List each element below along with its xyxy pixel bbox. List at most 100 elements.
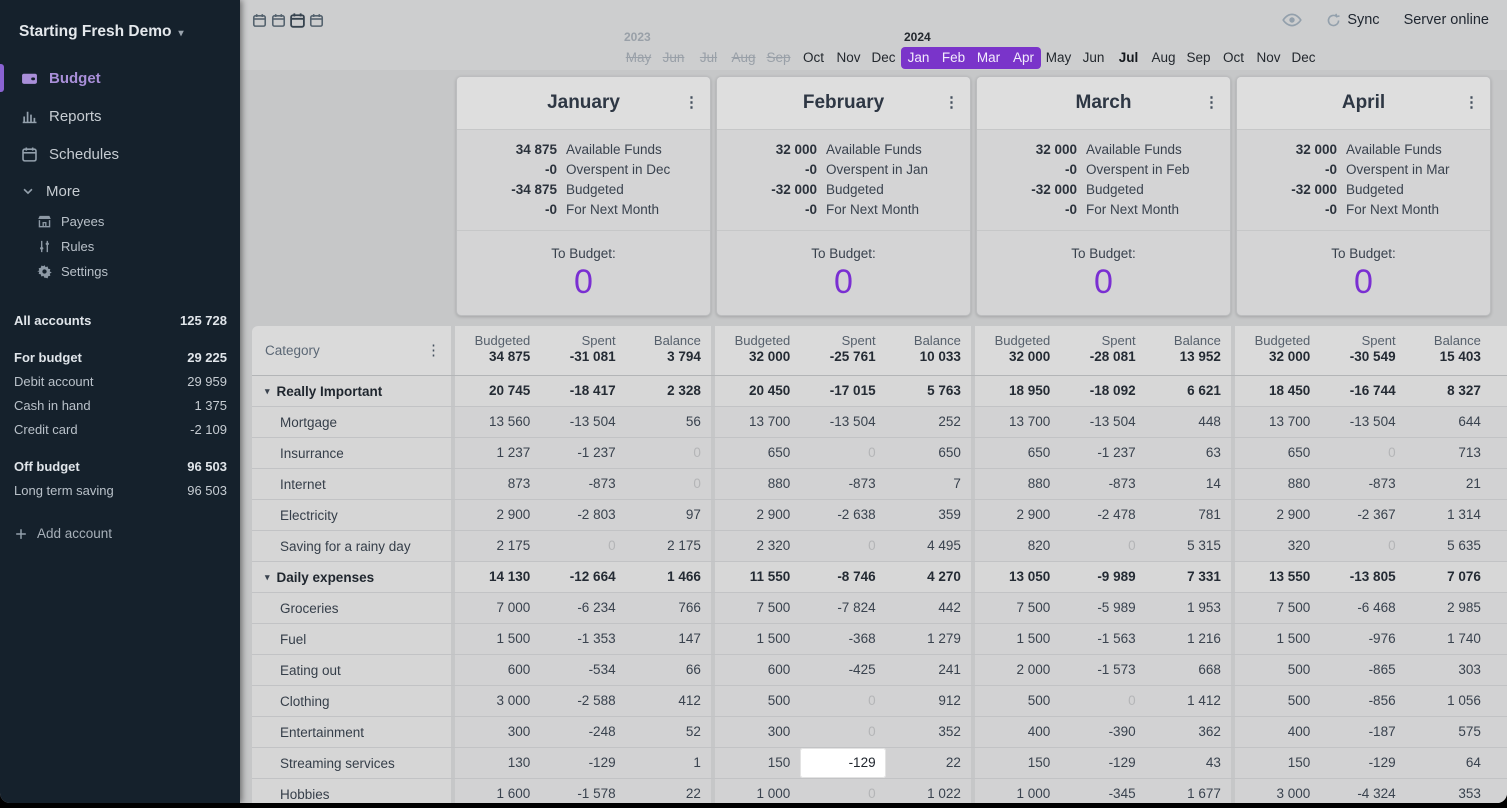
spent-cell[interactable]: -873	[1320, 469, 1405, 499]
spent-cell[interactable]: -1 573	[1060, 655, 1145, 685]
balance-cell[interactable]: 6 621	[1146, 376, 1231, 406]
calendar-4-months-icon[interactable]	[309, 13, 324, 28]
to-budget-value[interactable]: 0	[717, 262, 970, 302]
balance-cell[interactable]: 442	[886, 593, 971, 623]
spent-cell[interactable]: -345	[1060, 779, 1145, 803]
spent-cell[interactable]: -2 803	[540, 500, 625, 530]
budgeted-cell[interactable]: 2 320	[715, 531, 800, 561]
budgeted-cell[interactable]: 873	[455, 469, 540, 499]
spent-cell[interactable]: -248	[540, 717, 625, 747]
budgeted-cell[interactable]: 500	[715, 686, 800, 716]
spent-cell[interactable]: -17 015	[800, 376, 885, 406]
budgeted-cell[interactable]: 2 900	[975, 500, 1060, 530]
balance-cell[interactable]: 362	[1146, 717, 1231, 747]
budgeted-cell[interactable]: 20 745	[455, 376, 540, 406]
balance-cell[interactable]: 7 331	[1146, 562, 1231, 592]
budgeted-cell[interactable]: 2 900	[715, 500, 800, 530]
spent-cell[interactable]: 0	[540, 531, 625, 561]
budgeted-cell[interactable]: 13 700	[715, 407, 800, 437]
balance-cell[interactable]: 52	[626, 717, 711, 747]
spent-cell[interactable]: -2 478	[1060, 500, 1145, 530]
budgeted-cell[interactable]: 650	[715, 438, 800, 468]
to-budget-value[interactable]: 0	[457, 262, 710, 302]
category-name-cell[interactable]: Insurrance	[252, 438, 451, 468]
timeline-month-jan[interactable]: Jan2024	[901, 47, 936, 69]
category-name-cell[interactable]: ▾Really Important	[252, 376, 451, 406]
to-budget-value[interactable]: 0	[1237, 262, 1490, 302]
privacy-eye-button[interactable]	[1282, 13, 1302, 27]
budgeted-cell[interactable]: 1 237	[455, 438, 540, 468]
budgeted-cell[interactable]: 1 500	[1235, 624, 1320, 654]
spent-cell[interactable]: -2 367	[1320, 500, 1405, 530]
balance-cell[interactable]: 352	[886, 717, 971, 747]
budgeted-cell[interactable]: 13 550	[1235, 562, 1320, 592]
budgeted-cell[interactable]: 7 000	[455, 593, 540, 623]
spent-cell[interactable]: -2 638	[800, 500, 885, 530]
spent-cell[interactable]: -129	[1320, 748, 1405, 778]
spent-cell[interactable]: 0	[800, 438, 885, 468]
timeline-month-dec[interactable]: Dec	[866, 47, 901, 69]
balance-cell[interactable]: 4 270	[886, 562, 971, 592]
budgeted-cell[interactable]: 500	[1235, 655, 1320, 685]
balance-cell[interactable]: 252	[886, 407, 971, 437]
balance-cell[interactable]: 63	[1146, 438, 1231, 468]
spent-cell[interactable]: -129	[1060, 748, 1145, 778]
sidebar-item-more[interactable]: More	[0, 173, 240, 209]
category-name-cell[interactable]: Groceries	[252, 593, 451, 623]
balance-cell[interactable]: 22	[886, 748, 971, 778]
spent-cell[interactable]: -9 989	[1060, 562, 1145, 592]
account-row-debit-account[interactable]: Debit account29 959	[0, 369, 240, 393]
month-menu-kebab-icon[interactable]: ⋮	[684, 98, 699, 108]
balance-cell[interactable]: 0	[626, 438, 711, 468]
category-name-cell[interactable]: Streaming services	[252, 748, 451, 778]
calendar-2-months-icon[interactable]	[271, 13, 286, 28]
balance-cell[interactable]: 64	[1406, 748, 1491, 778]
sidebar-item-settings[interactable]: Settings	[0, 259, 240, 284]
sidebar-item-reports[interactable]: Reports	[0, 97, 240, 135]
spent-cell[interactable]: -4 324	[1320, 779, 1405, 803]
category-name-cell[interactable]: Hobbies	[252, 779, 451, 803]
spent-cell[interactable]: -13 504	[1320, 407, 1405, 437]
budgeted-cell[interactable]: 600	[455, 655, 540, 685]
budgeted-cell[interactable]: 13 560	[455, 407, 540, 437]
spent-cell[interactable]: 0	[800, 686, 885, 716]
spent-cell[interactable]: -1 563	[1060, 624, 1145, 654]
spent-cell[interactable]: -6 234	[540, 593, 625, 623]
balance-cell[interactable]: 766	[626, 593, 711, 623]
budgeted-cell[interactable]: 150	[975, 748, 1060, 778]
spent-cell[interactable]: 0	[800, 531, 885, 561]
balance-cell[interactable]: 353	[1406, 779, 1491, 803]
budgeted-cell[interactable]: 1 500	[975, 624, 1060, 654]
budgeted-cell[interactable]: 400	[975, 717, 1060, 747]
spent-cell[interactable]: -129	[800, 748, 885, 778]
timeline-month-nov[interactable]: Nov	[831, 47, 866, 69]
timeline-month-mar[interactable]: Mar	[971, 47, 1006, 69]
timeline-month-may[interactable]: May	[1041, 47, 1076, 69]
budgeted-cell[interactable]: 500	[1235, 686, 1320, 716]
category-name-cell[interactable]: Electricity	[252, 500, 451, 530]
category-name-cell[interactable]: Saving for a rainy day	[252, 531, 451, 561]
balance-cell[interactable]: 1	[626, 748, 711, 778]
sync-button[interactable]: Sync	[1326, 12, 1379, 28]
month-menu-kebab-icon[interactable]: ⋮	[1464, 98, 1479, 108]
to-budget-value[interactable]: 0	[977, 262, 1230, 302]
collapse-triangle-icon[interactable]: ▾	[265, 386, 270, 397]
sidebar-item-budget[interactable]: Budget	[0, 59, 240, 97]
category-name-cell[interactable]: Fuel	[252, 624, 451, 654]
budgeted-cell[interactable]: 300	[715, 717, 800, 747]
budgeted-cell[interactable]: 300	[455, 717, 540, 747]
timeline-month-apr[interactable]: Apr	[1006, 47, 1041, 69]
spent-cell[interactable]: -865	[1320, 655, 1405, 685]
balance-cell[interactable]: 43	[1146, 748, 1231, 778]
spent-cell[interactable]: -13 805	[1320, 562, 1405, 592]
spent-cell[interactable]: -6 468	[1320, 593, 1405, 623]
account-group-for-budget[interactable]: For budget29 225	[0, 345, 240, 369]
spent-cell[interactable]: 0	[1060, 686, 1145, 716]
budgeted-cell[interactable]: 1 600	[455, 779, 540, 803]
timeline-month-jul[interactable]: Jul	[1111, 47, 1146, 69]
account-row-credit-card[interactable]: Credit card-2 109	[0, 417, 240, 441]
balance-cell[interactable]: 147	[626, 624, 711, 654]
balance-cell[interactable]: 448	[1146, 407, 1231, 437]
budgeted-cell[interactable]: 18 950	[975, 376, 1060, 406]
balance-cell[interactable]: 650	[886, 438, 971, 468]
